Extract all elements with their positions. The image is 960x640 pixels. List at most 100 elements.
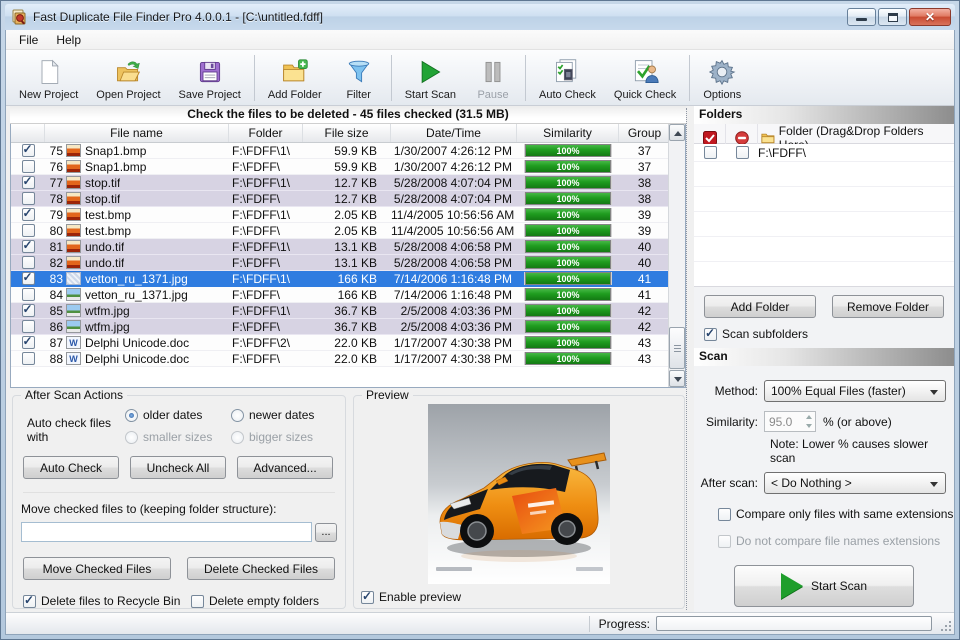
- row-checkbox[interactable]: [22, 224, 35, 237]
- row-checkbox[interactable]: [22, 256, 35, 269]
- options-button[interactable]: Options: [694, 52, 750, 104]
- column-check[interactable]: [11, 124, 45, 142]
- folder-row[interactable]: F:\FDFF\: [694, 144, 954, 162]
- table-row[interactable]: 81undo.tif F:\FDFF\1\ 13.1 KB 5/28/2008 …: [11, 239, 670, 255]
- scan-subfolders-option[interactable]: Scan subfolders: [694, 323, 954, 348]
- file-name-cell: 80test.bmp: [45, 224, 229, 238]
- row-checkbox[interactable]: [22, 288, 35, 301]
- panel-splitter[interactable]: [686, 108, 694, 610]
- add-folder-button[interactable]: Add Folder: [259, 52, 331, 104]
- open-project-button[interactable]: Open Project: [87, 52, 169, 104]
- file-size-cell: 2.05 KB: [303, 224, 391, 238]
- enable-preview-checkbox[interactable]: [361, 591, 374, 604]
- scroll-down-arrow[interactable]: [669, 370, 685, 387]
- include-checkbox[interactable]: [704, 146, 717, 159]
- recycle-bin-option[interactable]: Delete files to Recycle Bin: [23, 594, 191, 608]
- browse-button[interactable]: ...: [315, 523, 337, 542]
- auto-check-action-button[interactable]: Auto Check: [23, 456, 119, 479]
- similarity-cell: 100%: [517, 176, 619, 189]
- column-date-time[interactable]: Date/Time: [391, 124, 517, 142]
- row-checkbox[interactable]: [22, 176, 35, 189]
- radio-newer-dates-control[interactable]: [231, 409, 244, 422]
- table-row[interactable]: 83vetton_ru_1371.jpg F:\FDFF\1\ 166 KB 7…: [11, 271, 670, 287]
- left-pane: Check the files to be deleted - 45 files…: [10, 106, 686, 612]
- add-folder-icon: [279, 57, 311, 87]
- recycle-bin-label: Delete files to Recycle Bin: [41, 594, 180, 608]
- file-name: undo.tif: [85, 240, 124, 254]
- row-checkbox[interactable]: [22, 240, 35, 253]
- radio-older-dates-control[interactable]: [125, 409, 138, 422]
- row-checkbox[interactable]: [22, 352, 35, 365]
- quick-check-button[interactable]: Quick Check: [605, 52, 685, 104]
- table-row[interactable]: 80test.bmp F:\FDFF\ 2.05 KB 11/4/2005 10…: [11, 223, 670, 239]
- row-checkbox[interactable]: [22, 160, 35, 173]
- exclude-checkbox[interactable]: [736, 146, 749, 159]
- row-checkbox[interactable]: [22, 304, 35, 317]
- row-checkbox[interactable]: [22, 144, 35, 157]
- after-scan-select[interactable]: < Do Nothing >: [764, 472, 946, 494]
- table-row[interactable]: 79test.bmp F:\FDFF\1\ 2.05 KB 11/4/2005 …: [11, 207, 670, 223]
- recycle-bin-checkbox[interactable]: [23, 595, 36, 608]
- method-select[interactable]: 100% Equal Files (faster): [764, 380, 946, 402]
- move-checked-files-button[interactable]: Move Checked Files: [23, 557, 171, 580]
- save-project-button[interactable]: Save Project: [170, 52, 250, 104]
- table-row[interactable]: 78stop.tif F:\FDFF\ 12.7 KB 5/28/2008 4:…: [11, 191, 670, 207]
- uncheck-all-button[interactable]: Uncheck All: [130, 456, 226, 479]
- row-checkbox[interactable]: [22, 336, 35, 349]
- auto-check-button[interactable]: Auto Check: [530, 52, 605, 104]
- start-scan-button[interactable]: Start Scan: [396, 52, 465, 104]
- row-checkbox[interactable]: [22, 192, 35, 205]
- minimize-button[interactable]: [847, 8, 876, 26]
- same-extensions-option[interactable]: Compare only files with same extensions: [718, 507, 954, 521]
- column-group[interactable]: Group: [619, 124, 670, 142]
- menu-help[interactable]: Help: [47, 31, 90, 49]
- table-row[interactable]: 75Snap1.bmp F:\FDFF\1\ 59.9 KB 1/30/2007…: [11, 143, 670, 159]
- resize-grip[interactable]: [941, 621, 951, 631]
- column-similarity[interactable]: Similarity: [517, 124, 619, 142]
- start-scan-big-button[interactable]: Start Scan: [734, 565, 914, 607]
- menu-file[interactable]: File: [10, 31, 47, 49]
- advanced-button[interactable]: Advanced...: [237, 456, 333, 479]
- delete-empty-folders-option[interactable]: Delete empty folders: [191, 594, 319, 608]
- remove-folder-button[interactable]: Remove Folder: [832, 295, 944, 318]
- scan-subfolders-checkbox[interactable]: [704, 328, 717, 341]
- folder-cell: F:\FDFF\: [229, 352, 303, 366]
- row-checkbox[interactable]: [22, 272, 35, 285]
- table-row[interactable]: 84vetton_ru_1371.jpg F:\FDFF\ 166 KB 7/1…: [11, 287, 670, 303]
- row-number: 75: [45, 144, 63, 158]
- table-row[interactable]: 85wtfm.jpg F:\FDFF\1\ 36.7 KB 2/5/2008 4…: [11, 303, 670, 319]
- row-checkbox[interactable]: [22, 320, 35, 333]
- file-name-cell: 88Delphi Unicode.doc: [45, 352, 229, 366]
- open-project-icon: [112, 57, 144, 87]
- row-number: 81: [45, 240, 63, 254]
- titlebar[interactable]: Fast Duplicate File Finder Pro 4.0.0.1 -…: [5, 4, 955, 30]
- scroll-up-arrow[interactable]: [669, 124, 685, 141]
- table-row[interactable]: 82undo.tif F:\FDFF\ 13.1 KB 5/28/2008 4:…: [11, 255, 670, 271]
- delete-checked-files-button[interactable]: Delete Checked Files: [187, 557, 335, 580]
- table-row[interactable]: 88Delphi Unicode.doc F:\FDFF\ 22.0 KB 1/…: [11, 351, 670, 367]
- date-time-cell: 5/28/2008 4:07:04 PM: [391, 176, 517, 190]
- file-name-cell: 85wtfm.jpg: [45, 304, 229, 318]
- same-extensions-checkbox[interactable]: [718, 508, 731, 521]
- column-file-name[interactable]: File name: [45, 124, 229, 142]
- delete-empty-folders-checkbox[interactable]: [191, 595, 204, 608]
- filter-button[interactable]: Filter: [331, 52, 387, 104]
- radio-newer-dates[interactable]: newer dates: [231, 408, 337, 422]
- file-names-checkbox: [718, 535, 731, 548]
- table-row[interactable]: 87Delphi Unicode.doc F:\FDFF\2\ 22.0 KB …: [11, 335, 670, 351]
- add-folder-panel-button[interactable]: Add Folder: [704, 295, 816, 318]
- radio-older-dates[interactable]: older dates: [125, 408, 231, 422]
- move-destination-input[interactable]: [21, 522, 312, 542]
- column-file-size[interactable]: File size: [303, 124, 391, 142]
- new-project-button[interactable]: New Project: [10, 52, 87, 104]
- scroll-thumb[interactable]: [669, 327, 685, 369]
- table-row[interactable]: 86wtfm.jpg F:\FDFF\ 36.7 KB 2/5/2008 4:0…: [11, 319, 670, 335]
- close-button[interactable]: ✕: [909, 8, 951, 26]
- vertical-scrollbar[interactable]: [668, 124, 685, 387]
- table-row[interactable]: 77stop.tif F:\FDFF\1\ 12.7 KB 5/28/2008 …: [11, 175, 670, 191]
- column-folder[interactable]: Folder: [229, 124, 303, 142]
- table-row[interactable]: 76Snap1.bmp F:\FDFF\ 59.9 KB 1/30/2007 4…: [11, 159, 670, 175]
- enable-preview-option[interactable]: Enable preview: [361, 590, 461, 604]
- maximize-button[interactable]: [878, 8, 907, 26]
- row-checkbox[interactable]: [22, 208, 35, 221]
